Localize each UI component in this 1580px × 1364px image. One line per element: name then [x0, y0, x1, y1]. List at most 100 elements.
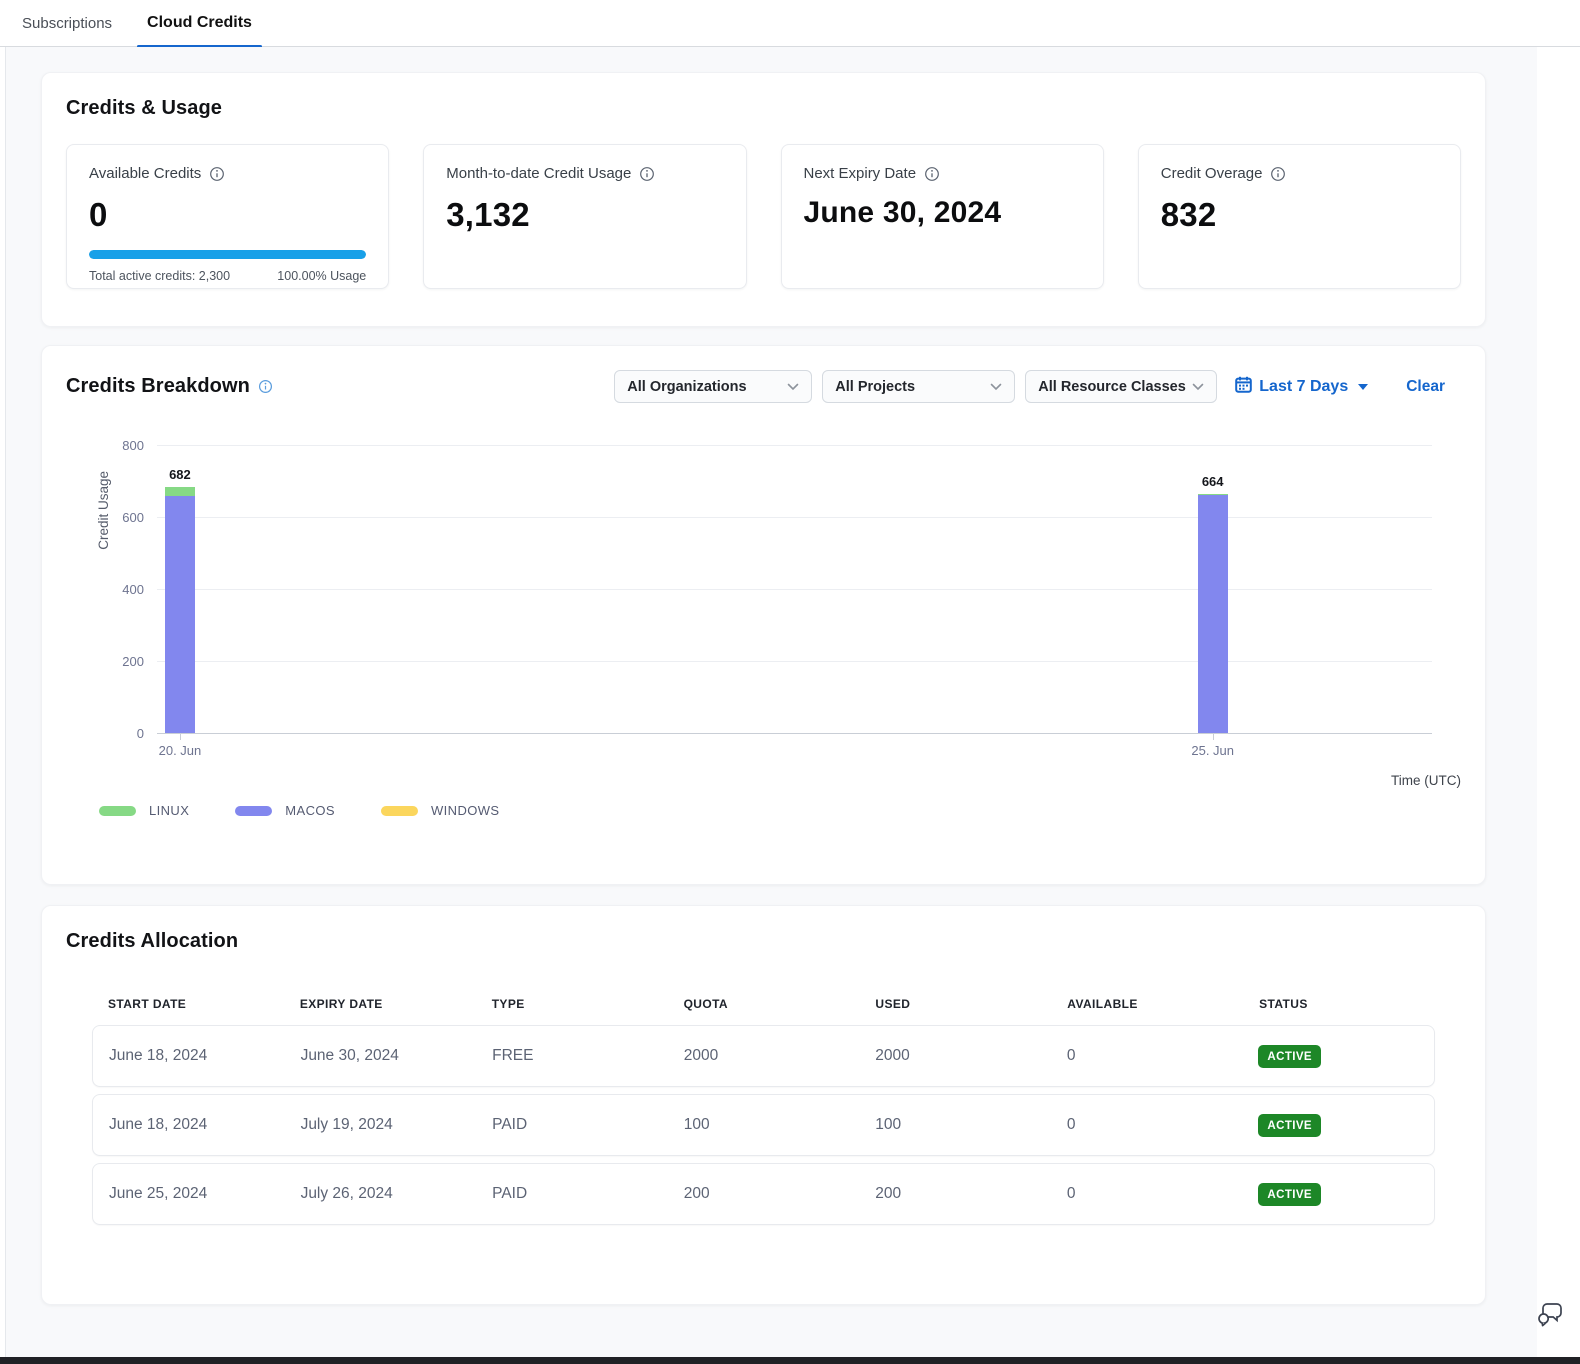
legend-label: WINDOWS [431, 803, 500, 818]
gridline [157, 589, 1432, 590]
y-tick-label: 400 [66, 582, 144, 597]
x-tick-label: 25. Jun [1173, 743, 1253, 758]
cell-type: PAID [476, 1116, 668, 1134]
column-header: AVAILABLE [1051, 997, 1243, 1011]
allocation-table-header: START DATEEXPIRY DATETYPEQUOTAUSEDAVAILA… [92, 997, 1435, 1025]
credits-progress-fill [89, 250, 366, 259]
legend-item-macos[interactable]: MACOS [235, 803, 335, 818]
credits-allocation-panel: Credits Allocation START DATEEXPIRY DATE… [41, 905, 1486, 1305]
clear-filters-button[interactable]: Clear [1406, 378, 1445, 396]
credits-usage-title: Credits & Usage [66, 97, 1461, 120]
mtd-usage-value: 3,132 [446, 196, 723, 234]
cell-available: 0 [1051, 1047, 1243, 1065]
usage-percent: 100.00% Usage [277, 269, 366, 283]
cell-status: ACTIVE [1242, 1183, 1434, 1206]
allocation-table: START DATEEXPIRY DATETYPEQUOTAUSEDAVAILA… [92, 997, 1435, 1225]
table-row[interactable]: June 18, 2024June 30, 2024FREE200020000A… [92, 1025, 1435, 1087]
cell-quota: 2000 [668, 1047, 860, 1065]
available-credits-label: Available Credits [89, 165, 366, 182]
cell-available: 0 [1051, 1185, 1243, 1203]
cell-type: PAID [476, 1185, 668, 1203]
calendar-icon [1235, 376, 1252, 398]
credit-overage-card: Credit Overage 832 [1138, 144, 1461, 289]
tab-subscriptions[interactable]: Subscriptions [22, 0, 112, 47]
cell-quota: 100 [668, 1116, 860, 1134]
breakdown-filters: All Organizations All Projects All Resou… [614, 370, 1461, 403]
cell-quota: 200 [668, 1185, 860, 1203]
info-icon[interactable] [924, 166, 940, 182]
cell-type: FREE [476, 1047, 668, 1065]
credits-allocation-title: Credits Allocation [66, 930, 1461, 953]
cell-status: ACTIVE [1242, 1045, 1434, 1068]
bar-segment-linux[interactable] [165, 487, 195, 496]
bar-25-jun[interactable] [1198, 494, 1228, 733]
credit-overage-value: 832 [1161, 196, 1438, 234]
y-tick-label: 200 [66, 654, 144, 669]
x-tick-mark [180, 733, 181, 740]
bottom-edge-bar [0, 1357, 1580, 1364]
info-icon[interactable] [639, 166, 655, 182]
cell-expiry-date: June 30, 2024 [285, 1047, 477, 1065]
bar-segment-macos[interactable] [1198, 495, 1228, 733]
date-range-picker[interactable]: Last 7 Days [1235, 376, 1368, 398]
legend-label: LINUX [149, 803, 189, 818]
legend-item-linux[interactable]: LINUX [99, 803, 189, 818]
x-tick-mark [1213, 733, 1214, 740]
chevron-down-icon [787, 379, 799, 395]
legend-swatch [235, 806, 272, 816]
gridline [157, 661, 1432, 662]
credits-breakdown-panel: Credits Breakdown All Organizations All … [41, 345, 1486, 885]
chevron-down-icon [1192, 379, 1204, 395]
table-row[interactable]: June 25, 2024July 26, 2024PAID2002000ACT… [92, 1163, 1435, 1225]
resource-classes-select[interactable]: All Resource Classes [1025, 370, 1217, 403]
y-tick-label: 800 [66, 438, 144, 453]
main-content: Credits & Usage Available Credits 0 Tota… [5, 47, 1537, 1357]
y-tick-label: 600 [66, 510, 144, 525]
cell-used: 200 [859, 1185, 1051, 1203]
cell-expiry-date: July 26, 2024 [285, 1185, 477, 1203]
gridline [157, 445, 1432, 446]
support-chat-icon[interactable] [1536, 1301, 1564, 1332]
stat-cards-row: Available Credits 0 Total active credits… [66, 144, 1461, 289]
total-active-credits: Total active credits: 2,300 [89, 269, 230, 283]
info-icon[interactable] [1270, 166, 1286, 182]
cell-expiry-date: July 19, 2024 [285, 1116, 477, 1134]
gridline [157, 517, 1432, 518]
table-row[interactable]: June 18, 2024July 19, 2024PAID1001000ACT… [92, 1094, 1435, 1156]
info-icon[interactable] [258, 379, 273, 394]
bar-segment-macos[interactable] [165, 496, 195, 733]
projects-select[interactable]: All Projects [822, 370, 1015, 403]
available-credits-card: Available Credits 0 Total active credits… [66, 144, 389, 289]
cell-start-date: June 18, 2024 [93, 1047, 285, 1065]
status-badge: ACTIVE [1258, 1183, 1321, 1206]
tab-bar: Subscriptions Cloud Credits [0, 0, 1580, 47]
organizations-select[interactable]: All Organizations [614, 370, 812, 403]
next-expiry-value: June 30, 2024 [804, 196, 1081, 230]
cell-start-date: June 25, 2024 [93, 1185, 285, 1203]
column-header: USED [859, 997, 1051, 1011]
mtd-usage-card: Month-to-date Credit Usage 3,132 [423, 144, 746, 289]
mtd-usage-label: Month-to-date Credit Usage [446, 165, 723, 182]
credits-progress-bar [89, 250, 366, 259]
credits-breakdown-title: Credits Breakdown [66, 375, 273, 398]
date-range-label: Last 7 Days [1259, 378, 1348, 396]
column-header: STATUS [1243, 997, 1435, 1011]
status-badge: ACTIVE [1258, 1045, 1321, 1068]
info-icon[interactable] [209, 166, 225, 182]
tab-cloud-credits[interactable]: Cloud Credits [137, 0, 262, 47]
available-credits-value: 0 [89, 196, 366, 234]
bar-20-jun[interactable] [165, 487, 195, 733]
credit-overage-label: Credit Overage [1161, 165, 1438, 182]
cell-status: ACTIVE [1242, 1114, 1434, 1137]
column-header: QUOTA [668, 997, 860, 1011]
cell-start-date: June 18, 2024 [93, 1116, 285, 1134]
x-axis-title: Time (UTC) [1391, 773, 1461, 788]
column-header: START DATE [92, 997, 284, 1011]
bar-total-label: 664 [1183, 474, 1243, 489]
legend-label: MACOS [285, 803, 335, 818]
legend-item-windows[interactable]: WINDOWS [381, 803, 500, 818]
column-header: EXPIRY DATE [284, 997, 476, 1011]
cell-used: 2000 [859, 1047, 1051, 1065]
caret-down-icon [1358, 384, 1368, 390]
x-tick-label: 20. Jun [140, 743, 220, 758]
